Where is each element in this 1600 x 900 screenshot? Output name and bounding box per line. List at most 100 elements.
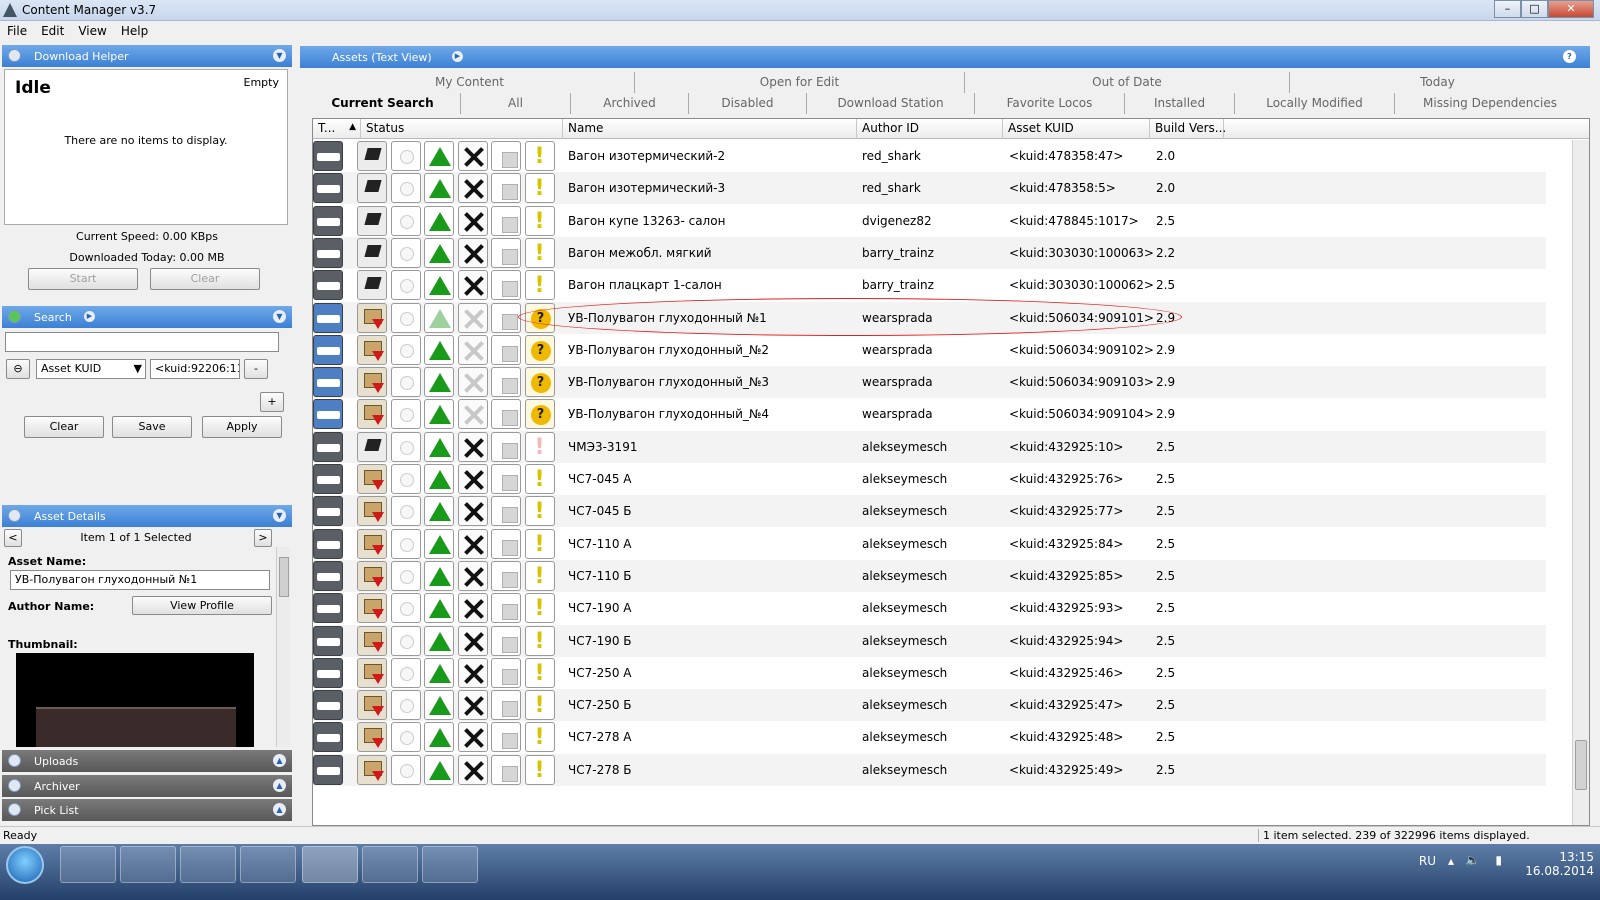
triangle-icon[interactable]	[424, 496, 454, 527]
triangle-icon[interactable]	[424, 399, 454, 430]
maximize-button[interactable]: □	[1521, 0, 1548, 18]
installed-pc-icon[interactable]	[357, 205, 387, 236]
tools-icon[interactable]	[457, 399, 488, 430]
column-type[interactable]: T... ▲	[313, 119, 361, 139]
remove-filter-button[interactable]: -	[244, 359, 268, 379]
content-manager-task-icon[interactable]	[302, 846, 358, 883]
download-box-icon[interactable]	[357, 690, 387, 721]
internet-explorer-task-icon[interactable]	[180, 846, 236, 883]
triangle-icon[interactable]	[424, 141, 454, 171]
clear-downloads-button[interactable]: Clear	[150, 268, 260, 290]
clear-search-button[interactable]: Clear	[24, 416, 104, 438]
square-icon[interactable]	[491, 625, 521, 656]
play-icon[interactable]: ▶	[84, 311, 95, 322]
disc-icon[interactable]	[390, 464, 421, 494]
tools-icon[interactable]	[457, 722, 488, 753]
table-row[interactable]: ЧС7-278 Б alekseymesch <kuid:432925:49> 2.5	[313, 753, 1546, 786]
question-gear-icon[interactable]	[524, 399, 555, 430]
search-value-input[interactable]: <kuid:92206:111	[150, 359, 240, 379]
table-row[interactable]: УВ-Полувагон глуходонный_№3 wearsprada <ku…	[313, 366, 1546, 399]
disc-icon[interactable]	[390, 205, 421, 236]
tools-icon[interactable]	[457, 560, 488, 591]
start-button[interactable]: Start	[28, 268, 138, 290]
square-icon[interactable]	[491, 205, 521, 236]
download-box-icon[interactable]	[357, 528, 387, 559]
asset-details-header[interactable]: Asset Details ▼	[2, 505, 292, 527]
square-icon[interactable]	[491, 593, 521, 624]
table-row[interactable]: Вагон межобл. мягкий barry_trainz <kuid:30…	[313, 236, 1546, 269]
volume-icon[interactable]: 🔈	[1465, 853, 1480, 867]
chevron-up-icon[interactable]: ▲	[273, 779, 286, 792]
square-icon[interactable]	[491, 560, 521, 591]
table-row[interactable]: Вагон плацкарт 1-салон barry_trainz <kuid:…	[313, 269, 1546, 301]
tools-icon[interactable]	[457, 496, 488, 527]
disc-icon[interactable]	[390, 754, 421, 785]
tab-archived[interactable]: Archived	[571, 93, 689, 114]
menu-view[interactable]: View	[71, 21, 113, 41]
download-list[interactable]: Idle Empty There are no items to display…	[4, 69, 288, 225]
triangle-icon[interactable]	[424, 270, 454, 301]
table-row[interactable]: ЧМЭ3-3191 alekseymesch <kuid:432925:10> 2.5	[313, 430, 1546, 463]
tab-locally-modified[interactable]: Locally Modified	[1235, 93, 1395, 114]
question-gear-icon[interactable]	[524, 334, 555, 365]
download-box-icon[interactable]	[357, 367, 387, 398]
tab-disabled[interactable]: Disabled	[689, 93, 807, 114]
triangle-icon[interactable]	[424, 431, 454, 462]
disc-icon[interactable]	[390, 593, 421, 624]
start-button[interactable]	[6, 846, 44, 884]
disc-icon[interactable]	[390, 173, 421, 204]
disc-icon[interactable]	[390, 528, 421, 559]
chevron-up-icon[interactable]: ▲	[273, 803, 286, 816]
square-icon[interactable]	[491, 367, 521, 398]
square-icon[interactable]	[491, 237, 521, 268]
square-icon[interactable]	[491, 528, 521, 559]
tools-icon[interactable]	[457, 173, 488, 204]
triangle-icon[interactable]	[424, 593, 454, 624]
installed-pc-icon[interactable]	[357, 173, 387, 204]
square-icon[interactable]	[491, 334, 521, 365]
warning-icon[interactable]	[524, 270, 555, 301]
disc-icon[interactable]	[390, 496, 421, 527]
disc-icon[interactable]	[390, 141, 421, 171]
download-box-icon[interactable]	[357, 399, 387, 430]
tab-all[interactable]: All	[461, 93, 571, 114]
warning-icon[interactable]	[524, 237, 555, 268]
triangle-icon[interactable]	[424, 625, 454, 656]
disc-icon[interactable]	[390, 399, 421, 430]
tools-icon[interactable]	[457, 141, 488, 171]
view-profile-button[interactable]: View Profile	[132, 596, 272, 615]
installed-pc-icon[interactable]	[357, 237, 387, 268]
download-box-icon[interactable]	[357, 625, 387, 656]
table-row[interactable]: ЧС7-190 А alekseymesch <kuid:432925:93> 2.5	[313, 592, 1546, 624]
language-indicator[interactable]: RU	[1419, 854, 1436, 868]
triangle-icon[interactable]	[424, 657, 454, 688]
table-row[interactable]: УВ-Полувагон глуходонный №1 wearsprada <ku…	[313, 301, 1546, 334]
disc-icon[interactable]	[390, 270, 421, 301]
apply-search-button[interactable]: Apply	[202, 416, 282, 438]
chevron-up-icon[interactable]: ▲	[273, 754, 286, 767]
table-row[interactable]: ЧС7-250 Б alekseymesch <kuid:432925:47> 2.5	[313, 689, 1546, 722]
disc-icon[interactable]	[390, 690, 421, 721]
triangle-icon[interactable]	[424, 205, 454, 236]
triangle-icon[interactable]	[424, 302, 454, 333]
menu-edit[interactable]: Edit	[34, 21, 71, 41]
triangle-icon[interactable]	[424, 722, 454, 753]
triangle-icon[interactable]	[424, 367, 454, 398]
tools-icon[interactable]	[457, 625, 488, 656]
disc-icon[interactable]	[390, 560, 421, 591]
square-icon[interactable]	[491, 496, 521, 527]
play-icon[interactable]: ▶	[452, 51, 463, 62]
table-row[interactable]: ЧС7-045 Б alekseymesch <kuid:432925:77> 2.5	[313, 495, 1546, 528]
search-input[interactable]	[5, 332, 279, 352]
chevron-down-icon[interactable]: ▼	[273, 509, 286, 522]
tools-icon[interactable]	[457, 237, 488, 268]
tools-icon[interactable]	[457, 690, 488, 721]
download-box-icon[interactable]	[357, 593, 387, 624]
table-row[interactable]: ЧС7-110 Б alekseymesch <kuid:432925:85> 2.5	[313, 559, 1546, 592]
triangle-icon[interactable]	[424, 237, 454, 268]
search-field-select[interactable]: Asset KUID ▼	[36, 359, 146, 379]
tools-icon[interactable]	[457, 754, 488, 785]
table-row[interactable]: УВ-Полувагон глуходонный_№2 wearsprada <ku…	[313, 334, 1546, 366]
warning-icon[interactable]	[524, 593, 555, 624]
word-task-icon[interactable]	[362, 846, 418, 883]
